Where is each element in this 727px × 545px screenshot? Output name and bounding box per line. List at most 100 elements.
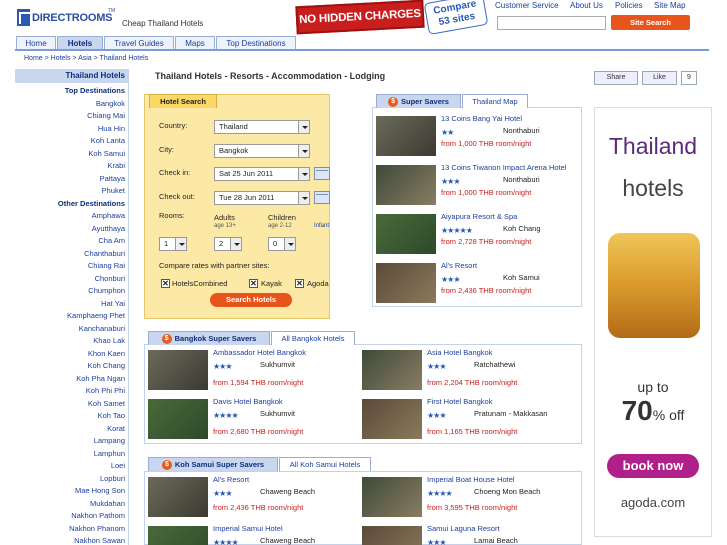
super-saver-hotel-name[interactable]: Aiyapura Resort & Spa xyxy=(441,212,517,221)
sidebar-item[interactable]: Nakhon Phanom xyxy=(69,524,125,533)
sidebar-item[interactable]: Chumphon xyxy=(88,286,125,295)
checkout-select[interactable]: Tue 28 Jun 2011 xyxy=(214,191,310,205)
sidebar-item[interactable]: Hua Hin xyxy=(98,124,125,133)
bangkok-hotel-photo[interactable] xyxy=(148,399,208,439)
sidebar-item[interactable]: Mukdahan xyxy=(90,499,125,508)
sidebar-item[interactable]: Koh Pha Ngan xyxy=(76,374,125,383)
sidebar-item[interactable]: Chiang Mai xyxy=(87,111,125,120)
tab-bangkok-super-savers[interactable]: $ Bangkok Super Savers xyxy=(148,331,270,345)
sidebar-item[interactable]: Bangkok xyxy=(96,99,125,108)
adults-select[interactable]: 2 xyxy=(214,237,242,251)
ad-upto: up to xyxy=(637,379,669,395)
samui-hotel-photo[interactable] xyxy=(362,526,422,545)
site-search-input[interactable] xyxy=(497,16,606,30)
sidebar-item[interactable]: Koh Tao xyxy=(98,411,125,420)
book-now-button[interactable]: book now xyxy=(607,454,699,478)
tab-koh-samui-super-savers[interactable]: $ Koh Samui Super Savers xyxy=(148,457,278,471)
checkin-calendar-icon[interactable] xyxy=(314,167,330,180)
samui-hotel-name[interactable]: Samui Laguna Resort xyxy=(427,524,500,533)
logo-icon[interactable] xyxy=(17,9,30,26)
country-select[interactable]: Thailand xyxy=(214,120,310,134)
rooms-select[interactable]: 1 xyxy=(159,237,187,251)
tab-all-bangkok-hotels[interactable]: All Bangkok Hotels xyxy=(271,331,355,345)
bangkok-hotel-photo[interactable] xyxy=(148,350,208,390)
super-saver-hotel-photo[interactable] xyxy=(376,263,436,303)
chevron-down-icon xyxy=(284,238,295,250)
sidebar-item[interactable]: Kamphaeng Phet xyxy=(67,311,125,320)
sidebar-item[interactable]: Koh Lanta xyxy=(91,136,125,145)
super-saver-hotel-photo[interactable] xyxy=(376,116,436,156)
tab-maps[interactable]: Maps xyxy=(175,36,215,50)
super-saver-hotel-name[interactable]: 13 Coins Tiwanon Impact Arena Hotel xyxy=(441,163,567,172)
sidebar-item[interactable]: Khon Kaen xyxy=(88,349,125,358)
sidebar-item[interactable]: Koh Samui xyxy=(88,149,125,158)
sidebar-item[interactable]: Nakhon Pathom xyxy=(71,511,125,520)
sidebar-item[interactable]: Hat Yai xyxy=(101,299,125,308)
sidebar-item[interactable]: Ayutthaya xyxy=(92,224,125,233)
bangkok-hotel-name[interactable]: Ambassador Hotel Bangkok xyxy=(213,348,306,357)
tab-thailand-map[interactable]: Thailand Map xyxy=(462,94,528,108)
sidebar-item[interactable]: Koh Phi Phi xyxy=(86,386,125,395)
sidebar-item[interactable]: Chiang Rai xyxy=(88,261,125,270)
bangkok-hotel-name[interactable]: Asia Hotel Bangkok xyxy=(427,348,492,357)
bangkok-hotel-photo[interactable] xyxy=(362,350,422,390)
city-select[interactable]: Bangkok xyxy=(214,144,310,158)
sidebar-item[interactable]: Korat xyxy=(107,424,125,433)
hotel-search-tab[interactable]: Hotel Search xyxy=(149,94,217,108)
samui-hotel-name[interactable]: Imperial Boat House Hotel xyxy=(427,475,515,484)
sidebar-item[interactable]: Koh Samet xyxy=(88,399,125,408)
tab-all-koh-samui-hotels[interactable]: All Koh Samui Hotels xyxy=(279,457,371,471)
site-search-button[interactable]: Site Search xyxy=(611,15,690,30)
bangkok-hotel-name[interactable]: Davis Hotel Bangkok xyxy=(213,397,283,406)
bangkok-hotel-name[interactable]: First Hotel Bangkok xyxy=(427,397,492,406)
super-saver-hotel-name[interactable]: 13 Coins Bang Yai Hotel xyxy=(441,114,522,123)
infant-label[interactable]: Infant xyxy=(314,223,329,229)
sidebar-item[interactable]: Lampang xyxy=(94,436,125,445)
like-button[interactable]: Like xyxy=(642,71,677,85)
tab-home[interactable]: Home xyxy=(16,36,56,50)
samui-hotel-name[interactable]: Al's Resort xyxy=(213,475,249,484)
about-us-link[interactable]: About Us xyxy=(570,1,603,10)
kayak-checkbox[interactable]: ✕ xyxy=(249,279,258,288)
samui-hotel-photo[interactable] xyxy=(362,477,422,517)
super-saver-hotel-photo[interactable] xyxy=(376,214,436,254)
samui-hotel-photo[interactable] xyxy=(148,477,208,517)
children-select[interactable]: 0 xyxy=(268,237,296,251)
sidebar-item[interactable]: Pattaya xyxy=(100,174,125,183)
sidebar-item[interactable]: Koh Chang xyxy=(87,361,125,370)
policies-link[interactable]: Policies xyxy=(615,1,643,10)
sidebar-item[interactable]: Kanchanaburi xyxy=(79,324,125,333)
bangkok-hotel-photo[interactable] xyxy=(362,399,422,439)
sidebar-item[interactable]: Khao Lak xyxy=(93,336,125,345)
checkout-calendar-icon[interactable] xyxy=(314,191,330,204)
sidebar-item[interactable]: Phuket xyxy=(102,186,125,195)
customer-service-link[interactable]: Customer Service xyxy=(495,1,559,10)
sidebar-item[interactable]: Chanthaburi xyxy=(84,249,125,258)
samui-hotel-photo[interactable] xyxy=(148,526,208,545)
sidebar-item[interactable]: Nakhon Sawan xyxy=(74,536,125,545)
sidebar-item[interactable]: Krabi xyxy=(107,161,125,170)
sidebar-item[interactable]: Cha Am xyxy=(98,236,125,245)
sidebar-item[interactable]: Loei xyxy=(111,461,125,470)
search-hotels-button[interactable]: Search Hotels xyxy=(210,293,292,307)
sidebar-item[interactable]: Lamphun xyxy=(94,449,125,458)
samui-hotel-name[interactable]: Imperial Samui Hotel xyxy=(213,524,283,533)
tab-top-destinations[interactable]: Top Destinations xyxy=(216,36,296,50)
agoda-checkbox[interactable]: ✕ xyxy=(295,279,304,288)
site-map-link[interactable]: Site Map xyxy=(654,1,686,10)
sidebar-item[interactable]: Chonburi xyxy=(95,274,125,283)
breadcrumb[interactable]: Home > Hotels > Asia > Thailand Hotels xyxy=(24,55,148,62)
sidebar-item[interactable]: Amphawa xyxy=(92,211,125,220)
super-saver-hotel-name[interactable]: Al's Resort xyxy=(441,261,477,270)
share-button[interactable]: Share xyxy=(594,71,638,85)
super-saver-hotel-photo[interactable] xyxy=(376,165,436,205)
sidebar-item[interactable]: Mae Hong Son xyxy=(75,486,125,495)
hotelscombined-checkbox[interactable]: ✕ xyxy=(161,279,170,288)
city-value: Bangkok xyxy=(219,146,249,155)
tab-hotels[interactable]: Hotels xyxy=(57,36,103,50)
logo-text[interactable]: DIRECTROOMS xyxy=(32,12,113,24)
sidebar-item[interactable]: Lopburi xyxy=(100,474,125,483)
tab-super-savers[interactable]: $ Super Savers xyxy=(376,94,461,108)
checkin-select[interactable]: Sat 25 Jun 2011 xyxy=(214,167,310,181)
tab-travel-guides[interactable]: Travel Guides xyxy=(104,36,174,50)
